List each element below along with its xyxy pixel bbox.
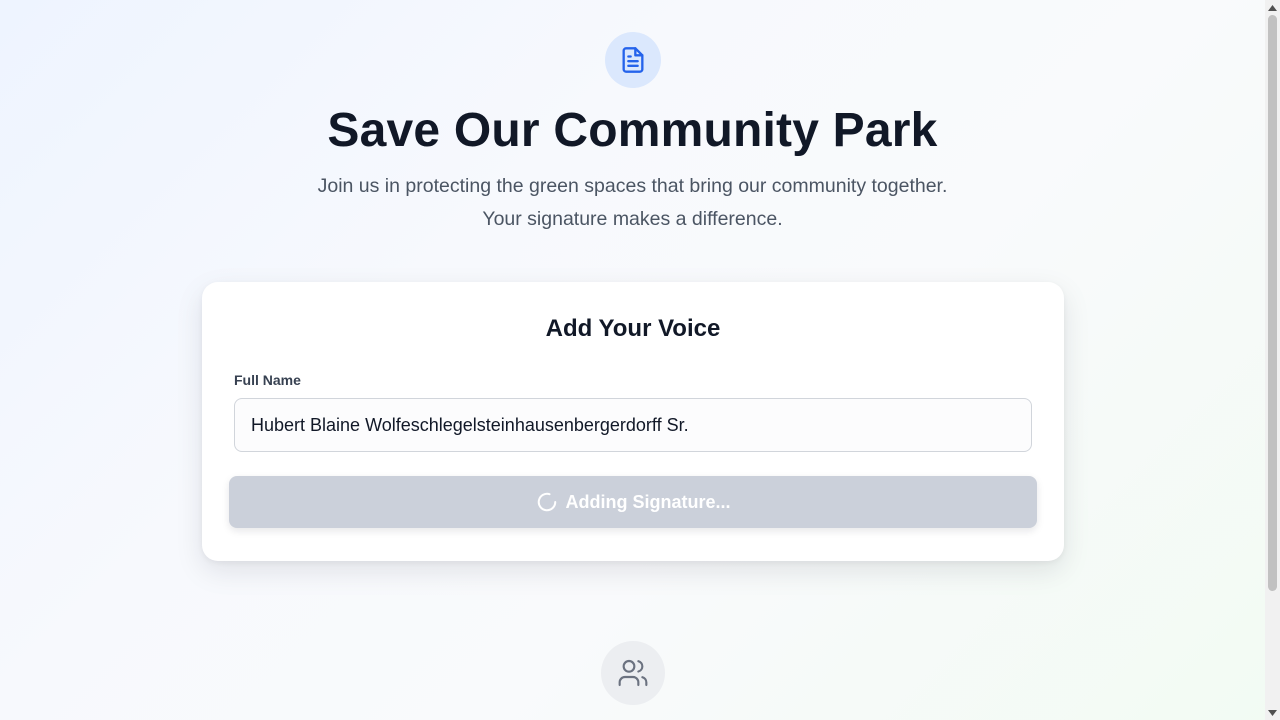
page-title: Save Our Community Park	[327, 104, 938, 157]
page-subtitle: Join us in protecting the green spaces t…	[0, 170, 1265, 236]
scroll-up-arrow-icon[interactable]	[1265, 0, 1280, 15]
full-name-label: Full Name	[234, 372, 301, 388]
document-icon	[622, 47, 644, 73]
loading-spinner-icon	[536, 491, 558, 513]
supporters-badge	[601, 641, 665, 705]
petition-page: Save Our Community Park Join us in prote…	[0, 0, 1265, 720]
users-icon	[618, 659, 648, 687]
scroll-down-arrow-icon[interactable]	[1265, 705, 1280, 720]
card-heading: Add Your Voice	[545, 315, 721, 342]
vertical-scrollbar[interactable]	[1265, 0, 1280, 720]
subtitle-line-2: Your signature makes a difference.	[482, 208, 783, 230]
document-badge	[605, 32, 661, 88]
subtitle-line-1: Join us in protecting the green spaces t…	[317, 175, 948, 197]
add-signature-button-label: Adding Signature...	[565, 491, 731, 512]
signature-card: Add Your Voice Full Name Adding Signatur…	[202, 282, 1064, 561]
scrollbar-thumb[interactable]	[1268, 15, 1277, 591]
add-signature-button[interactable]: Adding Signature...	[229, 476, 1037, 528]
full-name-input[interactable]	[234, 398, 1032, 452]
